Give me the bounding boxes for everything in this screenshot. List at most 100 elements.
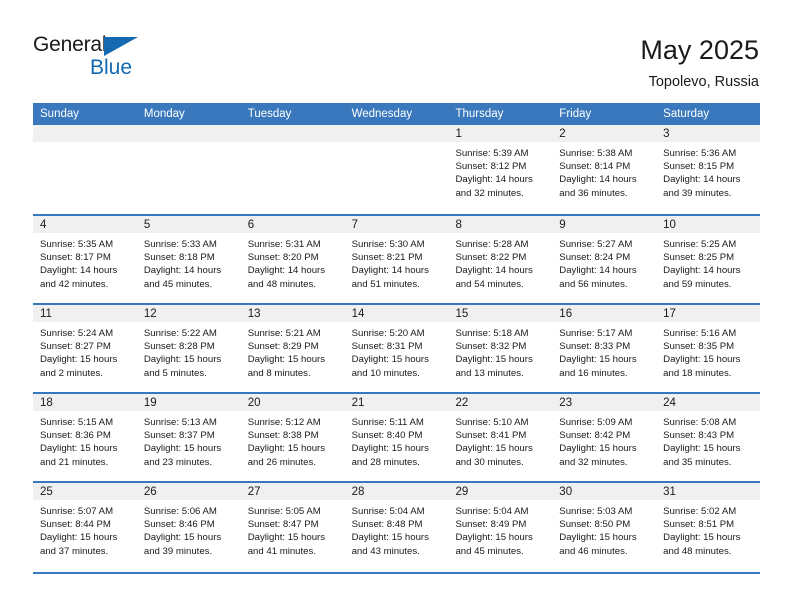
- day-detail-line: Sunset: 8:31 PM: [351, 341, 423, 353]
- day-number: 18: [33, 394, 137, 411]
- day-details: Sunrise: 5:09 AM Sunset: 8:42 PM Daylight:…: [552, 411, 656, 469]
- calendar-grid: Sunday Monday Tuesday Wednesday Thursday Frid…: [33, 103, 761, 570]
- day-details: Sunrise: 5:36 AM Sunset: 8:15 PM Daylight:…: [656, 142, 760, 200]
- day-number: 21: [344, 394, 449, 411]
- day-cell[interactable]: 1 Sunrise: 5:39 AM Sunset: 8:12 PM Daylight…: [448, 125, 553, 214]
- day-cell[interactable]: 11 Sunrise: 5:24 AM Sunset: 8:27 PM Dayligh…: [33, 305, 137, 392]
- day-cell[interactable]: 5 Sunrise: 5:33 AM Sunset: 8:18 PM Daylight…: [136, 216, 241, 303]
- day-detail-line: Daylight: 15 hours: [559, 532, 637, 544]
- day-cell-empty: [136, 125, 241, 214]
- day-details: Sunrise: 5:06 AM Sunset: 8:46 PM Daylight:…: [137, 500, 241, 558]
- day-cell[interactable]: 18 Sunrise: 5:15 AM Sunset: 8:36 PM Dayligh…: [33, 394, 137, 481]
- day-cell[interactable]: 29 Sunrise: 5:04 AM Sunset: 8:49 PM Dayligh…: [448, 483, 553, 570]
- day-cell[interactable]: 7 Sunrise: 5:30 AM Sunset: 8:21 PM Daylight…: [344, 216, 449, 303]
- day-detail-line: Sunrise: 5:28 AM: [455, 239, 529, 250]
- day-detail-line: and 43 minutes.: [351, 545, 420, 557]
- day-detail-line: Sunrise: 5:09 AM: [559, 417, 633, 428]
- day-detail-line: Daylight: 15 hours: [351, 354, 429, 366]
- day-detail-line: Daylight: 15 hours: [663, 443, 741, 455]
- day-number: 1: [448, 125, 553, 142]
- day-detail-line: Sunrise: 5:17 AM: [559, 328, 633, 339]
- day-detail-line: and 26 minutes.: [247, 456, 316, 468]
- day-detail-line: Sunrise: 5:30 AM: [351, 239, 425, 250]
- day-cell[interactable]: 21 Sunrise: 5:11 AM Sunset: 8:40 PM Dayligh…: [344, 394, 449, 481]
- day-cell[interactable]: 14 Sunrise: 5:20 AM Sunset: 8:31 PM Dayligh…: [344, 305, 449, 392]
- day-detail-line: Daylight: 14 hours: [559, 174, 637, 186]
- day-cell[interactable]: 4 Sunrise: 5:35 AM Sunset: 8:17 PM Daylight…: [33, 216, 137, 303]
- day-detail-line: and 23 minutes.: [143, 456, 213, 468]
- day-detail-line: and 56 minutes.: [559, 278, 628, 290]
- day-cell[interactable]: 9 Sunrise: 5:27 AM Sunset: 8:24 PM Daylight…: [552, 216, 657, 303]
- day-detail-line: and 36 minutes.: [559, 187, 628, 199]
- location-subtitle: Topolevo, Russia: [648, 74, 759, 90]
- day-cell[interactable]: 19 Sunrise: 5:13 AM Sunset: 8:37 PM Dayligh…: [136, 394, 241, 481]
- day-cell-empty: [344, 125, 449, 214]
- day-detail-line: and 2 minutes.: [40, 367, 103, 379]
- day-details: Sunrise: 5:28 AM Sunset: 8:22 PM Daylight:…: [448, 233, 552, 291]
- day-detail-line: Sunrise: 5:11 AM: [351, 417, 424, 428]
- day-number: 2: [552, 125, 657, 142]
- day-detail-line: Sunrise: 5:22 AM: [143, 328, 217, 339]
- day-cell[interactable]: 3 Sunrise: 5:36 AM Sunset: 8:15 PM Daylight…: [656, 125, 761, 214]
- day-detail-line: Sunrise: 5:06 AM: [143, 506, 217, 517]
- day-detail-line: Sunrise: 5:39 AM: [455, 148, 529, 159]
- day-detail-line: Daylight: 15 hours: [40, 443, 118, 455]
- day-detail-line: and 32 minutes.: [559, 456, 628, 468]
- day-details: Sunrise: 5:03 AM Sunset: 8:50 PM Daylight:…: [552, 500, 656, 558]
- day-cell[interactable]: 15 Sunrise: 5:18 AM Sunset: 8:32 PM Dayligh…: [448, 305, 553, 392]
- day-details: [345, 142, 449, 147]
- day-cell[interactable]: 28 Sunrise: 5:04 AM Sunset: 8:48 PM Dayligh…: [344, 483, 449, 570]
- day-number: 10: [656, 216, 761, 233]
- general-blue-logo[interactable]: General Blue: [33, 32, 153, 84]
- day-cell[interactable]: 26 Sunrise: 5:06 AM Sunset: 8:46 PM Dayligh…: [136, 483, 241, 570]
- day-number: 26: [136, 483, 241, 500]
- day-cell[interactable]: 30 Sunrise: 5:03 AM Sunset: 8:50 PM Dayligh…: [552, 483, 657, 570]
- day-cell[interactable]: 10 Sunrise: 5:25 AM Sunset: 8:25 PM Dayligh…: [656, 216, 761, 303]
- day-cell[interactable]: 13 Sunrise: 5:21 AM Sunset: 8:29 PM Dayligh…: [240, 305, 345, 392]
- day-cell[interactable]: 6 Sunrise: 5:31 AM Sunset: 8:20 PM Daylight…: [240, 216, 345, 303]
- page-header: General Blue May 2025 Topolevo, Russia: [0, 0, 792, 100]
- day-cell[interactable]: 25 Sunrise: 5:07 AM Sunset: 8:44 PM Dayligh…: [33, 483, 137, 570]
- day-detail-line: Sunrise: 5:36 AM: [663, 148, 737, 159]
- day-detail-line: and 18 minutes.: [663, 367, 732, 379]
- calendar-weeks: 1 Sunrise: 5:39 AM Sunset: 8:12 PM Daylight…: [33, 125, 761, 570]
- day-detail-line: Sunset: 8:35 PM: [663, 341, 735, 353]
- day-details: Sunrise: 5:07 AM Sunset: 8:44 PM Daylight:…: [33, 500, 137, 558]
- day-cell[interactable]: 20 Sunrise: 5:12 AM Sunset: 8:38 PM Dayligh…: [240, 394, 345, 481]
- day-detail-line: Sunset: 8:15 PM: [663, 161, 735, 173]
- day-details: Sunrise: 5:24 AM Sunset: 8:27 PM Daylight:…: [33, 322, 137, 380]
- day-detail-line: and 21 minutes.: [40, 456, 109, 468]
- day-cell[interactable]: 23 Sunrise: 5:09 AM Sunset: 8:42 PM Dayligh…: [552, 394, 657, 481]
- day-cell[interactable]: 24 Sunrise: 5:08 AM Sunset: 8:43 PM Dayligh…: [656, 394, 761, 481]
- day-cell[interactable]: 27 Sunrise: 5:05 AM Sunset: 8:47 PM Dayligh…: [240, 483, 345, 570]
- day-detail-line: and 42 minutes.: [40, 278, 109, 290]
- day-cell[interactable]: 31 Sunrise: 5:02 AM Sunset: 8:51 PM Dayligh…: [656, 483, 761, 570]
- day-number: 30: [552, 483, 657, 500]
- day-number: [136, 125, 241, 142]
- day-detail-line: Sunset: 8:38 PM: [247, 430, 319, 442]
- day-detail-line: Sunrise: 5:38 AM: [559, 148, 633, 159]
- day-cell[interactable]: 2 Sunrise: 5:38 AM Sunset: 8:14 PM Daylight…: [552, 125, 657, 214]
- day-detail-line: Sunrise: 5:04 AM: [455, 506, 529, 517]
- day-detail-line: Sunset: 8:21 PM: [351, 252, 423, 264]
- day-detail-line: Sunset: 8:36 PM: [40, 430, 111, 442]
- day-detail-line: Sunset: 8:17 PM: [40, 252, 111, 264]
- day-detail-line: Sunrise: 5:03 AM: [559, 506, 633, 517]
- calendar-week-row: 1 Sunrise: 5:39 AM Sunset: 8:12 PM Daylight…: [33, 125, 761, 214]
- day-cell[interactable]: 17 Sunrise: 5:16 AM Sunset: 8:35 PM Dayligh…: [656, 305, 761, 392]
- day-detail-line: Sunrise: 5:27 AM: [559, 239, 633, 250]
- day-number: 16: [552, 305, 657, 322]
- day-details: Sunrise: 5:12 AM Sunset: 8:38 PM Daylight:…: [241, 411, 345, 469]
- day-cell[interactable]: 8 Sunrise: 5:28 AM Sunset: 8:22 PM Daylight…: [448, 216, 553, 303]
- day-detail-line: Daylight: 15 hours: [663, 532, 741, 544]
- day-number: [240, 125, 345, 142]
- weekday-header-monday: Monday: [143, 108, 185, 120]
- day-number: 27: [240, 483, 345, 500]
- logo-text-general: General: [33, 33, 107, 56]
- day-cell[interactable]: 16 Sunrise: 5:17 AM Sunset: 8:33 PM Dayligh…: [552, 305, 657, 392]
- day-cell[interactable]: 22 Sunrise: 5:10 AM Sunset: 8:41 PM Dayligh…: [448, 394, 553, 481]
- day-detail-line: and 51 minutes.: [351, 278, 420, 290]
- day-cell[interactable]: 12 Sunrise: 5:22 AM Sunset: 8:28 PM Dayligh…: [136, 305, 241, 392]
- day-detail-line: Sunset: 8:49 PM: [455, 519, 527, 531]
- day-details: Sunrise: 5:10 AM Sunset: 8:41 PM Daylight:…: [448, 411, 552, 469]
